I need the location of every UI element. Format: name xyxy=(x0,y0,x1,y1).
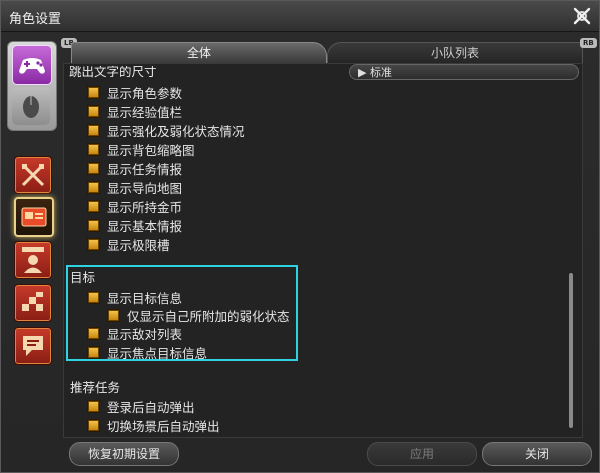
checkbox[interactable] xyxy=(88,181,99,193)
apply-button[interactable]: 应用 xyxy=(367,442,477,466)
option-item[interactable]: 显示导向地图 xyxy=(88,178,182,196)
reset-defaults-button[interactable]: 恢复初期设置 xyxy=(69,442,179,466)
id-card-icon xyxy=(21,207,47,227)
mouse-mode-button[interactable] xyxy=(12,87,50,125)
option-item[interactable]: 显示敌对列表 xyxy=(88,324,182,342)
target-heading: 目标 xyxy=(70,270,96,285)
option-item[interactable]: 登录后自动弹出 xyxy=(88,397,195,415)
checkbox[interactable] xyxy=(88,419,99,431)
option-label: 显示基本情报 xyxy=(107,218,183,234)
option-item[interactable]: 显示焦点目标信息 xyxy=(88,343,207,361)
option-label: 显示强化及弱化状态情况 xyxy=(107,123,245,139)
option-item[interactable]: 仅显示自己所附加的弱化状态 xyxy=(108,306,290,324)
character-settings-window: 角色设置 LB 全体 小队列表 RB 跳出文字的尺寸 ▶ 标准 显示角色参数 显… xyxy=(0,0,600,473)
tab-all[interactable]: 全体 xyxy=(71,42,327,64)
option-item[interactable]: 显示角色参数 xyxy=(88,83,182,101)
option-label: 登录后自动弹出 xyxy=(107,399,195,415)
option-item[interactable]: 显示强化及弱化状态情况 xyxy=(88,121,245,139)
option-label: 显示背包缩略图 xyxy=(107,142,195,158)
checkbox[interactable] xyxy=(88,327,99,339)
gamepad-icon xyxy=(19,58,45,74)
checkbox[interactable] xyxy=(88,143,99,155)
gamepad-mode-button[interactable] xyxy=(12,45,52,85)
tab-party-list[interactable]: 小队列表 xyxy=(327,42,583,64)
checkbox[interactable] xyxy=(88,400,99,412)
option-label: 显示角色参数 xyxy=(107,85,183,101)
option-item[interactable]: 切换场景后自动弹出 xyxy=(88,416,220,434)
checkbox[interactable] xyxy=(88,105,99,117)
option-label: 显示极限槽 xyxy=(107,237,170,253)
option-label: 仅显示自己所附加的弱化状态 xyxy=(127,308,290,324)
option-label: 显示任务情报 xyxy=(107,161,183,177)
recommended-quest-heading: 推荐任务 xyxy=(70,380,121,395)
close-button[interactable]: 关闭 xyxy=(482,442,592,466)
option-label: 显示导向地图 xyxy=(107,180,183,196)
option-item[interactable]: 显示所持金币 xyxy=(88,197,182,215)
category-battle-button[interactable] xyxy=(14,156,52,194)
dropdown-value: 标准 xyxy=(369,66,392,79)
option-label: 显示经验值栏 xyxy=(107,104,183,120)
title-bar: 角色设置 xyxy=(1,1,599,32)
character-profile-icon xyxy=(22,247,44,273)
checkbox[interactable] xyxy=(88,238,99,250)
checkbox[interactable] xyxy=(88,219,99,231)
category-chat-button[interactable] xyxy=(14,327,52,365)
scrollbar[interactable] xyxy=(569,273,573,428)
crossed-swords-icon xyxy=(21,163,45,187)
option-item[interactable]: 显示背包缩略图 xyxy=(88,140,195,158)
category-hud-button[interactable] xyxy=(14,197,54,237)
checkbox[interactable] xyxy=(108,309,119,321)
category-effects-button[interactable] xyxy=(14,284,52,322)
rb-badge: RB xyxy=(580,38,597,48)
dropdown-arrow-icon: ▶ xyxy=(358,66,367,79)
checkbox[interactable] xyxy=(88,346,99,358)
option-item[interactable]: 显示经验值栏 xyxy=(88,102,182,120)
checkbox[interactable] xyxy=(88,162,99,174)
option-item[interactable]: 显示极限槽 xyxy=(88,235,170,253)
close-icon xyxy=(573,7,591,25)
option-item[interactable]: 显示任务情报 xyxy=(88,159,182,177)
option-label: 显示所持金币 xyxy=(107,199,183,215)
checker-pattern-icon xyxy=(22,292,43,311)
option-item[interactable]: 显示基本情报 xyxy=(88,216,182,234)
option-label: 切换场景后自动弹出 xyxy=(107,418,220,434)
window-title: 角色设置 xyxy=(9,12,62,27)
checkbox[interactable] xyxy=(88,200,99,212)
input-mode-panel xyxy=(7,41,57,131)
checkbox[interactable] xyxy=(88,124,99,136)
popup-text-size-dropdown[interactable]: ▶ 标准 xyxy=(349,64,579,80)
checkbox[interactable] xyxy=(88,291,99,303)
option-label: 显示目标信息 xyxy=(107,290,183,306)
category-nameplate-button[interactable] xyxy=(14,241,52,279)
option-label: 显示焦点目标信息 xyxy=(107,345,208,361)
checkbox[interactable] xyxy=(88,86,99,98)
chat-bubble-icon xyxy=(23,336,43,356)
option-item[interactable]: 显示目标信息 xyxy=(88,288,182,306)
mouse-icon xyxy=(23,96,39,118)
close-window-button[interactable] xyxy=(571,5,593,27)
option-label: 显示敌对列表 xyxy=(107,326,183,342)
